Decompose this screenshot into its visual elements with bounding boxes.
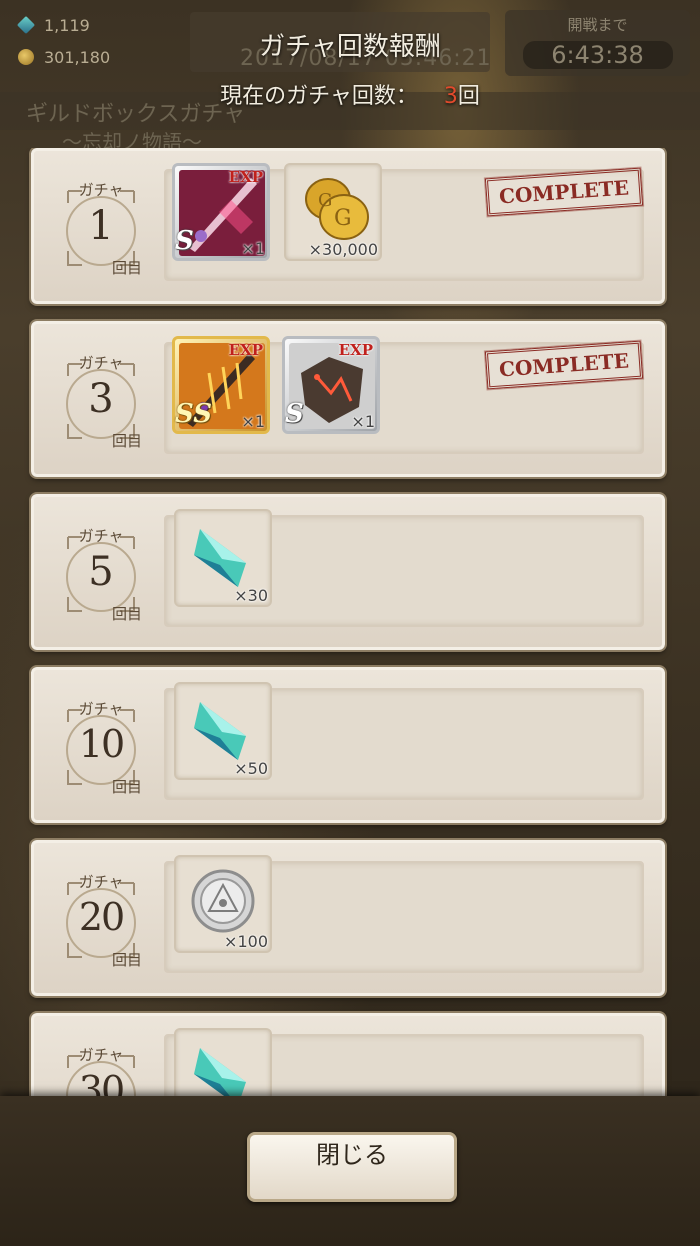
badge-label: ガチャ	[78, 700, 124, 718]
magic-crystal-icon[interactable]: ×30	[174, 509, 272, 607]
item-quantity: ×30	[234, 586, 268, 605]
badge-count: 10	[78, 722, 125, 766]
item-quantity: ×1	[351, 412, 375, 431]
reward-row: ガチャ 20 回目 ×100	[31, 840, 665, 996]
threshold-badge: ガチャ 30 回目	[58, 1038, 144, 1096]
item-quantity: ×1	[241, 412, 265, 431]
exp-label: EXP	[228, 168, 263, 186]
badge-unit: 回目	[112, 259, 143, 277]
svg-text:G: G	[318, 190, 332, 211]
reward-row: ガチャ 30 回目	[31, 1013, 665, 1096]
badge-label: ガチャ	[78, 181, 124, 199]
silver-medal-icon[interactable]: ×100	[174, 855, 272, 953]
badge-label: ガチャ	[78, 1046, 124, 1064]
gold-coins-icon[interactable]: GG ×30,000	[284, 163, 382, 261]
rank-label: S	[285, 399, 304, 429]
badge-count: 3	[88, 376, 114, 422]
count-unit: 回	[457, 84, 480, 109]
threshold-badge: ガチャ 10 回目	[58, 692, 144, 800]
threshold-badge: ガチャ 3 回目	[58, 346, 144, 454]
item-quantity: ×50	[234, 759, 268, 778]
reward-list[interactable]: ガチャ 1 回目 EXP S ×1 GG ×30,000 COMPLETE ガチ…	[0, 148, 700, 1096]
magic-crystal-icon[interactable]	[174, 1028, 272, 1096]
reward-row: ガチャ 10 回目 ×50	[31, 667, 665, 823]
item-quantity: ×1	[241, 239, 265, 258]
exp-weapon-pink-sword-icon[interactable]: EXP S ×1	[172, 163, 270, 261]
item-quantity: ×100	[224, 932, 268, 951]
badge-unit: 回目	[112, 778, 143, 796]
reward-row: ガチャ 1 回目 EXP S ×1 GG ×30,000 COMPLETE	[31, 148, 665, 304]
exp-label: EXP	[228, 341, 263, 359]
badge-count: 1	[88, 203, 114, 249]
exp-rune-stone-icon[interactable]: EXP S ×1	[282, 336, 380, 434]
close-button[interactable]: 閉じる	[247, 1132, 457, 1202]
badge-unit: 回目	[112, 605, 143, 623]
rank-label: S	[175, 226, 194, 256]
badge-label: ガチャ	[78, 527, 124, 545]
footer-bar: 閉じる	[0, 1096, 700, 1246]
item-quantity: ×30,000	[308, 240, 378, 259]
threshold-badge: ガチャ 5 回目	[58, 519, 144, 627]
badge-count: 30	[78, 1068, 125, 1096]
threshold-badge: ガチャ 20 回目	[58, 865, 144, 973]
count-label: 現在のガチャ回数：	[220, 84, 418, 109]
rank-label: SS	[175, 399, 212, 429]
magic-crystal-icon[interactable]: ×50	[174, 682, 272, 780]
reward-row: ガチャ 5 回目 ×30	[31, 494, 665, 650]
exp-weapon-gold-blade-icon[interactable]: EXP SS ×1	[172, 336, 270, 434]
badge-count: 20	[78, 895, 125, 939]
badge-unit: 回目	[112, 432, 143, 450]
svg-text:G: G	[334, 206, 352, 231]
badge-count: 5	[88, 549, 114, 595]
badge-unit: 回目	[112, 951, 143, 969]
badge-label: ガチャ	[78, 354, 124, 372]
reward-row: ガチャ 3 回目 EXP SS ×1 EXP S ×1 COMPLETE	[31, 321, 665, 477]
badge-label: ガチャ	[78, 873, 124, 891]
exp-label: EXP	[338, 341, 373, 359]
current-gacha-count: 現在のガチャ回数： 3回	[0, 78, 700, 110]
threshold-badge: ガチャ 1 回目	[58, 173, 144, 281]
count-value: 3	[443, 84, 458, 109]
dialog-title: ガチャ回数報酬	[259, 32, 441, 62]
